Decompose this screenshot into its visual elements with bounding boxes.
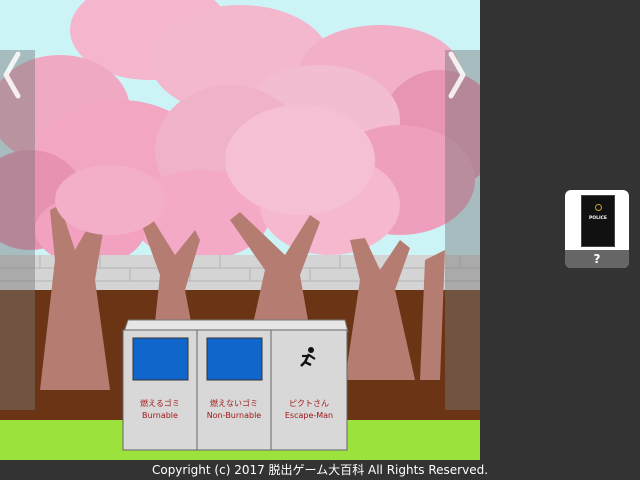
bin-label-ja: 燃えるゴミ bbox=[140, 399, 180, 408]
badge-icon bbox=[595, 204, 602, 211]
bin-label-en: Escape-Man bbox=[284, 411, 334, 420]
inventory-help-button[interactable]: ? bbox=[565, 250, 629, 268]
chevron-left-icon bbox=[3, 51, 21, 99]
bin-label-en: Burnable bbox=[142, 411, 178, 420]
bin-label-ja: ピクトさん bbox=[289, 399, 329, 408]
police-notebook-icon[interactable]: POLICE bbox=[581, 195, 615, 247]
bin-label-escape-man: ピクトさん Escape-Man bbox=[273, 398, 345, 422]
bin-label-ja: 燃えないゴミ bbox=[210, 399, 258, 408]
chevron-right-icon bbox=[448, 51, 466, 99]
nav-right-button[interactable] bbox=[445, 50, 480, 410]
inventory-item-text: POLICE bbox=[588, 216, 608, 221]
bin-label-en: Non-Burnable bbox=[206, 411, 262, 420]
game-scene[interactable]: 燃えるゴミ Burnable 燃えないゴミ Non-Burnable ピクトさん… bbox=[0, 0, 480, 460]
bin-slot-non-burnable[interactable] bbox=[206, 337, 263, 381]
footer-copyright: Copyright (c) 2017 脱出ゲーム大百科 All Rights R… bbox=[0, 460, 640, 480]
inventory-slot[interactable]: POLICE ? bbox=[565, 190, 629, 268]
inventory-sidebar: POLICE ? bbox=[480, 0, 640, 460]
bin-slot-burnable[interactable] bbox=[132, 337, 189, 381]
trash-bins bbox=[122, 319, 349, 451]
nav-left-button[interactable] bbox=[0, 50, 35, 410]
bin-label-burnable: 燃えるゴミ Burnable bbox=[124, 398, 196, 422]
bin-label-non-burnable: 燃えないゴミ Non-Burnable bbox=[198, 398, 270, 422]
